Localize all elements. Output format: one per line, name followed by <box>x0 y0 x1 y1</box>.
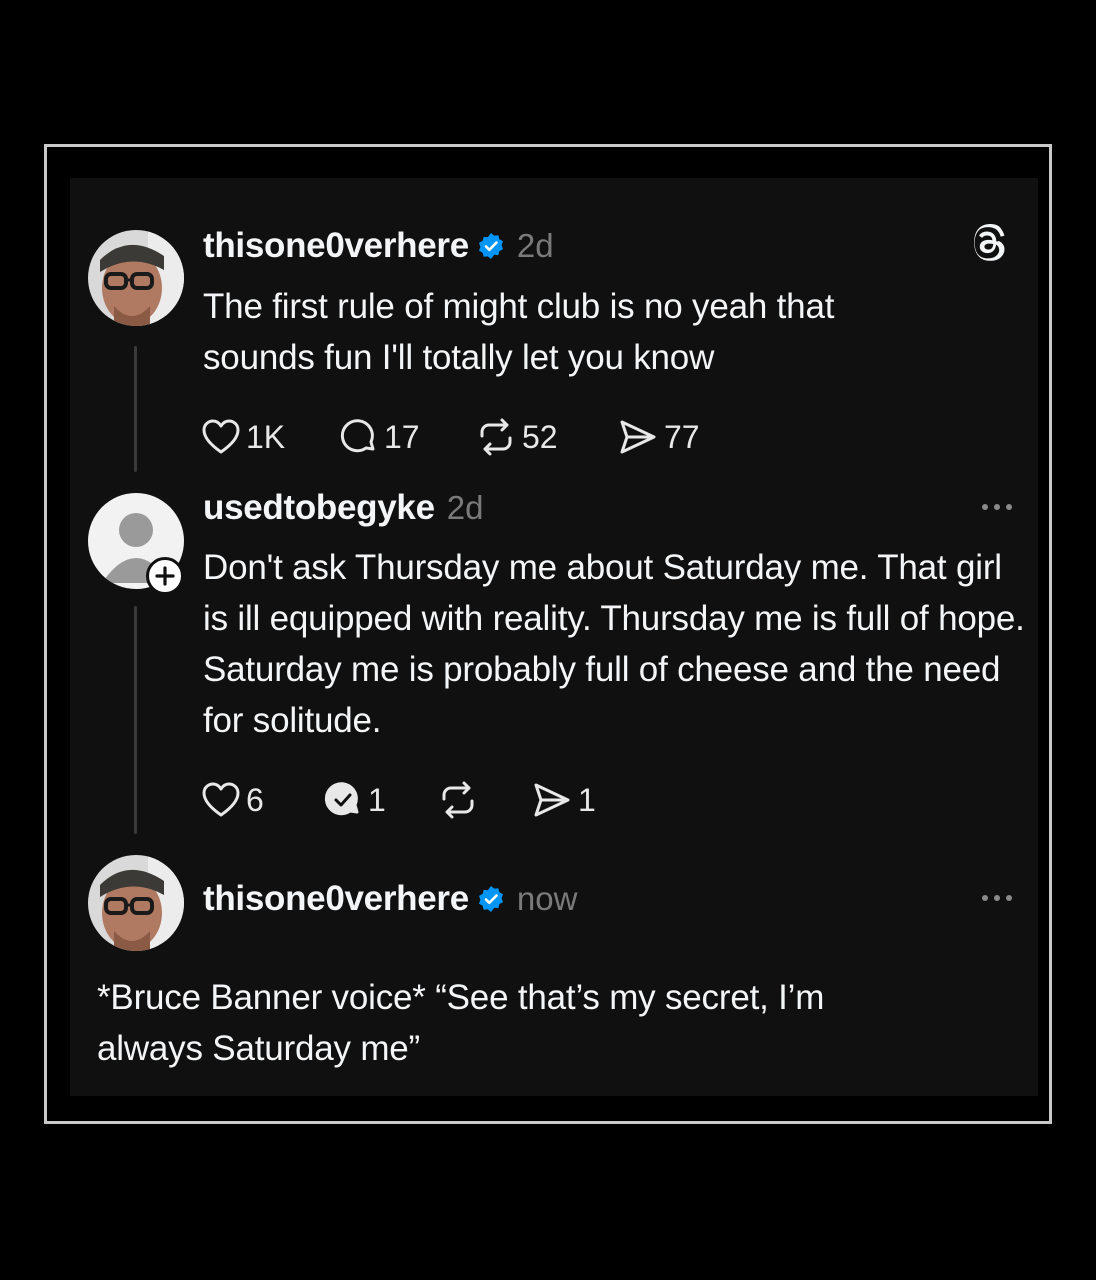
send-icon <box>620 420 656 454</box>
post-header: usedtobegyke 2d <box>203 488 483 528</box>
repost-button[interactable] <box>438 781 532 819</box>
thread-line <box>134 346 137 472</box>
threads-card: thisone0verhere 2d The first rule of mig… <box>70 178 1038 1096</box>
username[interactable]: usedtobegyke <box>203 488 435 528</box>
post-actions: 6 1 1 <box>202 781 596 819</box>
dot <box>1006 504 1012 510</box>
share-count: 1 <box>578 781 596 818</box>
verified-badge-icon <box>478 233 503 259</box>
like-count: 6 <box>246 781 264 818</box>
comment-check-icon <box>324 782 359 816</box>
plus-icon <box>155 566 175 586</box>
repost-icon <box>480 418 512 456</box>
comment-icon <box>340 419 375 453</box>
repost-icon <box>442 781 474 819</box>
timestamp: now <box>516 880 578 917</box>
post-text: *Bruce Banner voice* “See that’s my secr… <box>97 978 825 1068</box>
dot <box>982 504 988 510</box>
post-text: Don't ask Thursday me about Saturday me.… <box>203 548 1025 740</box>
send-icon <box>534 783 570 817</box>
share-count: 77 <box>664 418 700 455</box>
reply-button[interactable]: 1 <box>324 781 438 819</box>
share-button[interactable]: 1 <box>532 781 596 819</box>
avatar[interactable] <box>88 230 184 326</box>
post-text: The first rule of might club is no yeah … <box>203 287 835 377</box>
dot <box>994 504 1000 510</box>
more-options-button[interactable] <box>982 895 1012 901</box>
timestamp: 2d <box>516 227 554 264</box>
threads-logo-icon[interactable] <box>970 223 1012 265</box>
repost-button[interactable]: 52 <box>476 418 618 456</box>
dot <box>994 895 1000 901</box>
reply-button[interactable]: 17 <box>340 418 476 456</box>
username[interactable]: thisone0verhere <box>203 879 469 919</box>
post-header: thisone0verhere 2d <box>203 226 554 266</box>
verified-badge-icon <box>478 886 503 912</box>
avatar-photo-icon <box>88 855 184 951</box>
follow-button[interactable] <box>146 557 184 595</box>
post-header: thisone0verhere now <box>203 879 577 919</box>
dot <box>982 895 988 901</box>
like-button[interactable]: 6 <box>202 782 324 819</box>
heart-icon <box>202 782 240 817</box>
repost-count: 52 <box>522 418 558 455</box>
avatar-photo-icon <box>88 230 184 326</box>
more-options-button[interactable] <box>982 504 1012 510</box>
like-count: 1K <box>246 418 286 455</box>
thread-line <box>134 606 137 834</box>
reply-count: 1 <box>368 781 386 818</box>
post-actions: 1K 17 52 77 <box>202 418 700 456</box>
dot <box>1006 895 1012 901</box>
timestamp: 2d <box>446 489 484 526</box>
reply-count: 17 <box>384 418 420 455</box>
heart-icon <box>202 419 240 454</box>
username[interactable]: thisone0verhere <box>203 226 469 266</box>
avatar[interactable] <box>88 855 184 951</box>
share-button[interactable]: 77 <box>618 418 700 456</box>
like-button[interactable]: 1K <box>202 419 340 456</box>
